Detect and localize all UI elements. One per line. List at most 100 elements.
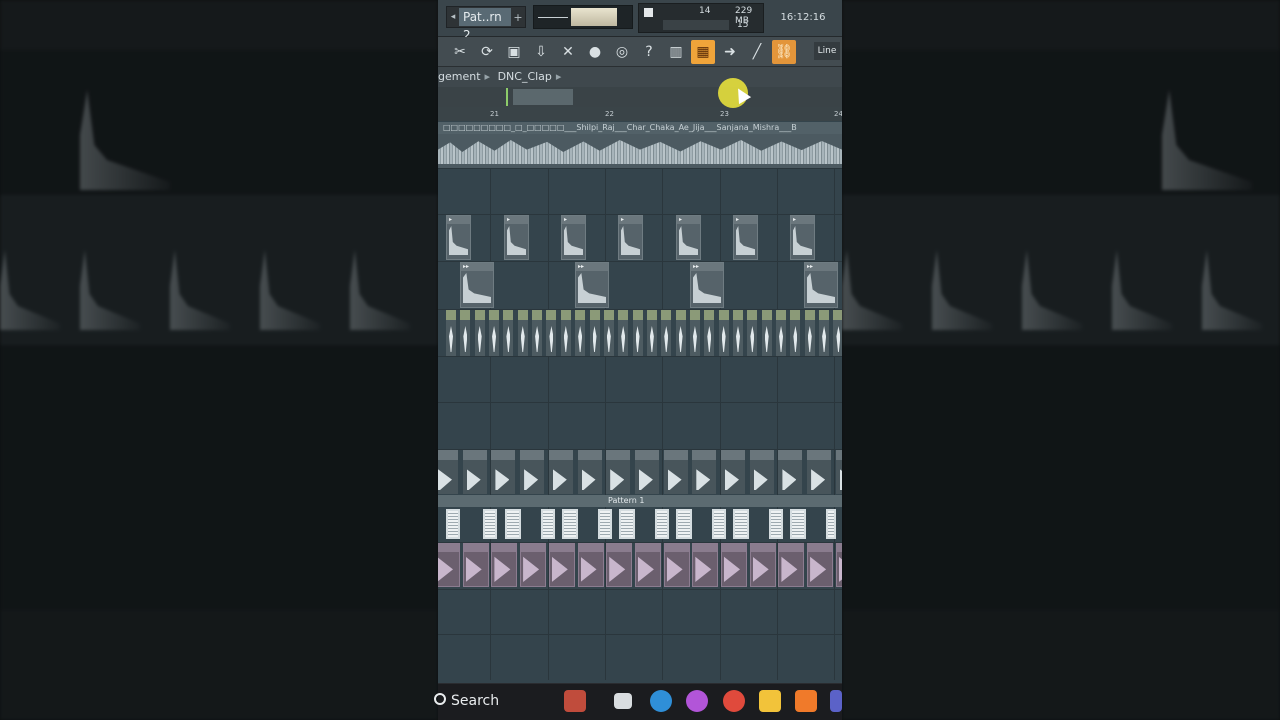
pattern-selector[interactable]: ◂ Pat..rn 2 + <box>446 6 526 42</box>
clip-header[interactable] <box>833 310 842 320</box>
clip-header[interactable]: ▸▸ <box>805 263 837 271</box>
note-block[interactable] <box>790 509 806 539</box>
overview-viewport[interactable] <box>513 89 573 105</box>
pink-clip[interactable] <box>634 543 661 587</box>
clip-header[interactable] <box>532 310 543 320</box>
chrome-icon[interactable] <box>723 690 745 712</box>
clip-header[interactable] <box>474 310 485 320</box>
clip-header[interactable]: ▸ <box>447 216 470 224</box>
clip-header[interactable] <box>661 310 672 320</box>
hihat-clip[interactable] <box>747 310 758 356</box>
kick-clip[interactable] <box>807 450 832 494</box>
hihat-clip[interactable] <box>632 310 643 356</box>
playlist-tracks[interactable]: ▸ ▸ ▸ ▸ ▸ ▸ ▸ ▸▸ ▸▸ ▸▸ ▸▸ <box>438 134 842 680</box>
taskbar-search[interactable]: Search <box>451 693 499 709</box>
clip-header[interactable] <box>492 544 517 552</box>
cut-tool-icon[interactable]: ✂ <box>448 40 472 64</box>
clip-header[interactable] <box>460 310 471 320</box>
hihat-clip[interactable] <box>446 310 456 356</box>
pattern-prev-icon[interactable]: ◂ <box>447 12 459 22</box>
hihat-clip[interactable] <box>646 310 657 356</box>
perc-clip[interactable]: ▸▸ <box>804 262 838 308</box>
clip-header[interactable] <box>733 310 743 320</box>
help-icon[interactable]: ? <box>637 40 661 64</box>
brush-icon[interactable]: ╱ <box>745 40 769 64</box>
playhead-marker[interactable] <box>506 88 508 106</box>
kick-clip[interactable] <box>749 450 774 494</box>
clip-header[interactable] <box>462 450 487 460</box>
clip-header[interactable] <box>503 310 514 320</box>
clip-header[interactable] <box>560 310 571 320</box>
pink-clip[interactable] <box>438 543 460 587</box>
note-block[interactable] <box>619 509 635 539</box>
pink-clip[interactable] <box>778 543 805 587</box>
playlist-overview[interactable] <box>438 87 842 107</box>
breadcrumb-item-clip[interactable]: DNC_Clap <box>498 70 552 83</box>
clip-header[interactable] <box>689 310 700 320</box>
link-icon[interactable]: ⛓ <box>772 40 796 64</box>
add-pattern-button[interactable]: + <box>511 11 525 24</box>
clip-header[interactable] <box>819 310 830 320</box>
clip-header[interactable] <box>790 310 801 320</box>
snap-selector[interactable]: Line <box>814 42 840 60</box>
hihat-clip[interactable] <box>603 310 614 356</box>
hihat-clip[interactable] <box>718 310 729 356</box>
timeline-ruler[interactable]: 21 22 23 24 <box>438 107 842 121</box>
clip-header[interactable] <box>692 450 717 460</box>
kick-clip[interactable] <box>548 450 573 494</box>
render-icon[interactable]: ⇩ <box>529 40 553 64</box>
perc-clip[interactable]: ▸▸ <box>460 262 494 308</box>
perc-clip[interactable]: ▸▸ <box>575 262 609 308</box>
clip-header[interactable] <box>489 310 500 320</box>
pattern-clip-header[interactable]: Pattern 1 <box>438 495 842 507</box>
microphone-icon[interactable]: ● <box>583 40 607 64</box>
fl-studio-icon[interactable] <box>795 690 817 712</box>
pink-clip[interactable] <box>749 543 776 587</box>
pink-clip[interactable] <box>807 543 834 587</box>
clip-header[interactable] <box>589 310 600 320</box>
kick-clip[interactable] <box>577 450 602 494</box>
clip-header[interactable] <box>664 544 689 552</box>
clip-header[interactable] <box>635 544 660 552</box>
clip-header[interactable] <box>463 544 488 552</box>
copilot-icon[interactable] <box>686 690 708 712</box>
clip-header[interactable] <box>750 544 775 552</box>
hihat-clip[interactable] <box>532 310 543 356</box>
clip-header[interactable] <box>704 310 715 320</box>
kick-clip[interactable] <box>721 450 745 494</box>
pattern-name[interactable]: Pat..rn 2 <box>459 8 511 42</box>
clap-clip[interactable]: ▸ <box>446 215 471 260</box>
clip-header[interactable] <box>804 310 815 320</box>
clip-header[interactable] <box>438 450 458 460</box>
note-block[interactable] <box>733 509 749 539</box>
clip-header[interactable] <box>722 544 746 552</box>
kick-clip[interactable] <box>692 450 717 494</box>
hihat-clip[interactable] <box>474 310 485 356</box>
clip-header[interactable] <box>438 544 459 552</box>
note-block[interactable] <box>598 509 612 539</box>
kick-clip[interactable] <box>491 450 516 494</box>
clip-header[interactable] <box>578 544 603 552</box>
kick-clip[interactable] <box>634 450 659 494</box>
note-block[interactable] <box>562 509 578 539</box>
widgets-icon[interactable] <box>564 690 586 712</box>
hihat-clip[interactable] <box>546 310 557 356</box>
note-block[interactable] <box>769 509 783 539</box>
pink-clip[interactable] <box>462 543 489 587</box>
refresh-icon[interactable]: ⟳ <box>475 40 499 64</box>
kick-clip[interactable] <box>778 450 803 494</box>
clap-clip[interactable]: ▸ <box>561 215 586 260</box>
chat-icon[interactable]: ◎ <box>610 40 634 64</box>
clip-header[interactable]: ▸ <box>734 216 757 224</box>
note-block[interactable] <box>826 509 836 539</box>
clip-header[interactable] <box>618 310 629 320</box>
hihat-clip[interactable] <box>733 310 743 356</box>
note-block[interactable] <box>655 509 669 539</box>
hihat-clip[interactable] <box>704 310 715 356</box>
hihat-clip[interactable] <box>761 310 772 356</box>
edge-icon[interactable] <box>650 690 672 712</box>
clap-clip[interactable]: ▸ <box>790 215 815 260</box>
clip-header[interactable] <box>836 544 842 552</box>
clip-header[interactable]: ▸▸ <box>461 263 493 271</box>
clip-header[interactable] <box>491 450 516 460</box>
